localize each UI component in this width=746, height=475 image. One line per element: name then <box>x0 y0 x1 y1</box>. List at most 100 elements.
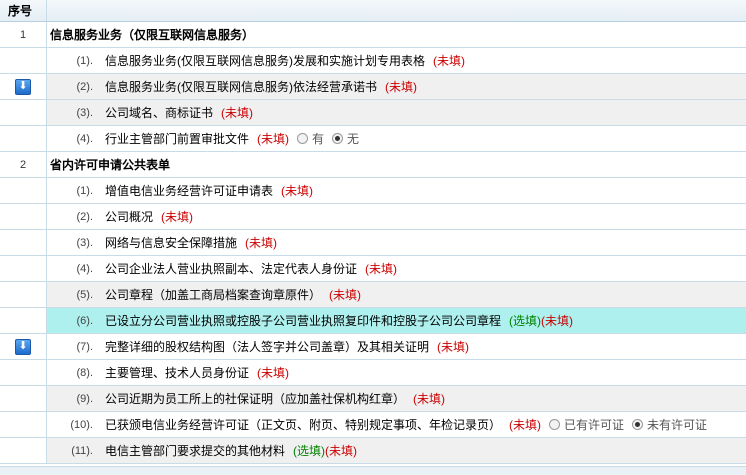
section-num: 2 <box>0 152 47 177</box>
form-table: 序号 1 信息服务业务（仅限互联网信息服务） (1). 信息服务业务(仅限互联网… <box>0 0 746 475</box>
item-link[interactable]: 公司章程（加盖工商局档案查询章原件） <box>105 286 321 303</box>
list-item: (8). 主要管理、技术人员身份证 (未填) <box>0 360 746 386</box>
empty-num-cell <box>0 48 47 73</box>
list-item: (3). 公司域名、商标证书 (未填) <box>0 100 746 126</box>
required-status: (未填) <box>541 314 574 328</box>
required-status: (未填) <box>245 236 278 250</box>
item-index: (11). <box>71 444 93 457</box>
section-title: 省内许可申请公共表单 <box>50 158 171 172</box>
required-status: (未填) <box>281 184 314 198</box>
optional-status: (选填) <box>509 314 542 328</box>
list-item: (9). 公司近期为员工所上的社保证明（应加盖社保机构红章） (未填) <box>0 386 746 412</box>
item-index: (7). <box>76 340 94 353</box>
list-item: (11). 电信主管部门要求提交的其他材料 (选填) (未填) <box>0 438 746 464</box>
radio-option-yes[interactable]: 有 <box>297 130 324 147</box>
list-item: (1). 增值电信业务经营许可证申请表 (未填) <box>0 178 746 204</box>
section-row: 1 信息服务业务（仅限互联网信息服务） <box>0 22 746 48</box>
item-index: (4). <box>76 262 94 275</box>
list-item: ⬇ (2). 信息服务业务(仅限互联网信息服务)依法经营承诺书 (未填) <box>0 74 746 100</box>
item-link[interactable]: 公司企业法人营业执照副本、法定代表人身份证 <box>105 260 357 277</box>
item-link[interactable]: 电信主管部门要求提交的其他材料 <box>105 442 285 459</box>
item-index: (5). <box>76 288 94 301</box>
optional-status: (选填) <box>293 444 326 458</box>
item-link[interactable]: 网络与信息安全保障措施 <box>105 234 237 251</box>
empty-num-cell <box>0 230 47 255</box>
radio-option-no-license[interactable]: 未有许可证 <box>632 416 707 433</box>
empty-num-cell <box>0 282 47 307</box>
empty-num-cell <box>0 100 47 125</box>
item-link[interactable]: 公司域名、商标证书 <box>105 104 213 121</box>
empty-num-cell <box>0 386 47 411</box>
radio-label: 未有许可证 <box>647 418 708 432</box>
list-item: (4). 公司企业法人营业执照副本、法定代表人身份证 (未填) <box>0 256 746 282</box>
empty-num-cell <box>0 126 47 151</box>
required-status: (未填) <box>329 288 362 302</box>
list-item: (2). 公司概况 (未填) <box>0 204 746 230</box>
required-status: (未填) <box>437 340 470 354</box>
empty-num-cell <box>0 308 47 333</box>
section-num: 1 <box>0 22 47 47</box>
radio-label: 有 <box>312 132 325 146</box>
empty-num-cell <box>0 438 47 463</box>
item-link[interactable]: 主要管理、技术人员身份证 <box>105 364 249 381</box>
list-item-highlighted: (6). 已设立分公司营业执照或控股子公司营业执照复印件和控股子公司公司章程 (… <box>0 308 746 334</box>
required-status: (未填) <box>257 132 290 146</box>
item-index: (6). <box>76 314 94 327</box>
item-link[interactable]: 已获颁电信业务经营许可证（正文页、附页、特别规定事项、年检记录页） <box>105 416 501 433</box>
item-link[interactable]: 信息服务业务(仅限互联网信息服务)依法经营承诺书 <box>105 78 377 95</box>
empty-num-cell <box>0 412 47 437</box>
required-status: (未填) <box>433 54 465 68</box>
radio-label: 无 <box>347 132 360 146</box>
section-row: 2 省内许可申请公共表单 <box>0 152 746 178</box>
item-index: (8). <box>76 366 94 379</box>
item-index: (3). <box>76 106 94 119</box>
item-link[interactable]: 完整详细的股权结构图（法人签字并公司盖章）及其相关证明 <box>105 338 429 355</box>
item-index: (3). <box>76 236 94 249</box>
header-content <box>47 0 746 21</box>
header-num: 序号 <box>0 0 47 21</box>
radio-icon[interactable] <box>297 133 309 144</box>
list-item: ⬇ (7). 完整详细的股权结构图（法人签字并公司盖章）及其相关证明 (未填) <box>0 334 746 360</box>
item-index: (1). <box>76 54 94 67</box>
required-status: (未填) <box>413 392 446 406</box>
required-status: (未填) <box>385 80 417 94</box>
item-index: (10). <box>70 418 93 431</box>
item-link[interactable]: 已设立分公司营业执照或控股子公司营业执照复印件和控股子公司公司章程 <box>105 312 501 329</box>
item-link[interactable]: 行业主管部门前置审批文件 <box>105 130 249 147</box>
item-link[interactable]: 公司近期为员工所上的社保证明（应加盖社保机构红章） <box>105 390 405 407</box>
required-status: (未填) <box>221 106 254 120</box>
list-item: (4). 行业主管部门前置审批文件 (未填) 有 无 <box>0 126 746 152</box>
empty-num-cell <box>0 256 47 281</box>
list-item: (1). 信息服务业务(仅限互联网信息服务)发展和实施计划专用表格 (未填) <box>0 48 746 74</box>
radio-icon[interactable] <box>632 419 644 430</box>
required-status: (未填) <box>325 444 358 458</box>
empty-num-cell <box>0 360 47 385</box>
radio-icon[interactable] <box>549 419 561 430</box>
required-status: (未填) <box>257 366 290 380</box>
item-index: (1). <box>76 184 94 197</box>
download-cell: ⬇ <box>0 334 47 359</box>
item-index: (9). <box>76 392 94 405</box>
item-index: (2). <box>76 80 94 93</box>
empty-num-cell <box>0 178 47 203</box>
required-status: (未填) <box>365 262 398 276</box>
empty-num-cell <box>0 204 47 229</box>
download-cell: ⬇ <box>0 74 47 99</box>
list-item: (3). 网络与信息安全保障措施 (未填) <box>0 230 746 256</box>
required-status: (未填) <box>161 210 194 224</box>
radio-option-has-license[interactable]: 已有许可证 <box>549 416 624 433</box>
radio-option-no[interactable]: 无 <box>332 130 359 147</box>
list-item: (10). 已获颁电信业务经营许可证（正文页、附页、特别规定事项、年检记录页） … <box>0 412 746 438</box>
required-status: (未填) <box>509 418 542 432</box>
radio-icon[interactable] <box>332 133 344 144</box>
item-link[interactable]: 公司概况 <box>105 208 153 225</box>
table-header: 序号 <box>0 0 746 22</box>
item-link[interactable]: 信息服务业务(仅限互联网信息服务)发展和实施计划专用表格 <box>105 52 425 69</box>
list-item: (5). 公司章程（加盖工商局档案查询章原件） (未填) <box>0 282 746 308</box>
section-title: 信息服务业务（仅限互联网信息服务） <box>50 28 255 42</box>
download-arrow-icon[interactable]: ⬇ <box>15 78 31 95</box>
download-arrow-icon[interactable]: ⬇ <box>15 338 31 355</box>
item-link[interactable]: 增值电信业务经营许可证申请表 <box>105 182 273 199</box>
radio-label: 已有许可证 <box>564 418 625 432</box>
item-index: (2). <box>76 210 94 223</box>
